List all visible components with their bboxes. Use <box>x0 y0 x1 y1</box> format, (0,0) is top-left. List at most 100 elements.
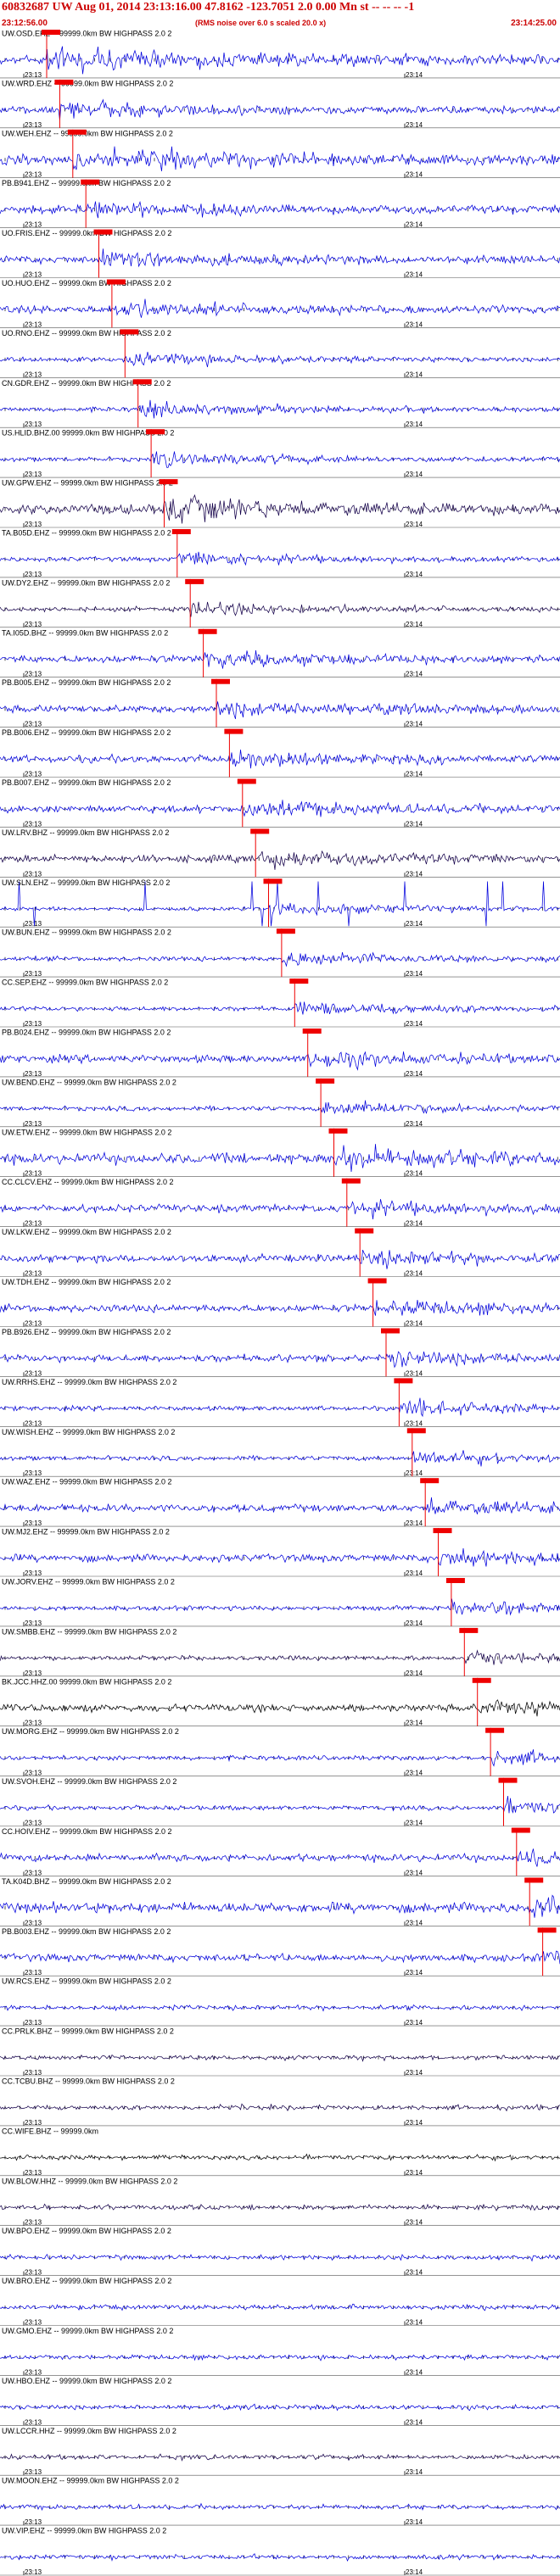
time-tick-label: 23:13 <box>25 2518 42 2526</box>
pick-marker <box>42 30 60 35</box>
channel-label: UW.DY2.EHZ -- 99999.0km BW HIGHPASS 2.0 … <box>2 578 170 587</box>
channel-label: UW.LCCR.HHZ -- 99999.0km BW HIGHPASS 2.0… <box>2 2427 176 2435</box>
waveform-trace <box>0 1100 560 1115</box>
time-tick-label: 23:14 <box>406 1419 423 1427</box>
pick-marker <box>224 728 244 734</box>
pick-marker <box>289 979 309 984</box>
channel-label: UW.SLN.EHZ -- 99999.0km BW HIGHPASS 2.0 … <box>2 878 170 887</box>
time-tick-label: 23:13 <box>25 820 42 828</box>
pick-marker <box>67 129 87 135</box>
time-tick-label: 23:13 <box>25 121 42 129</box>
pick-marker <box>132 379 152 385</box>
channel-label: UW.ETW.EHZ -- 99999.0km BW HIGHPASS 2.0 … <box>2 1128 171 1136</box>
channel-label: PB.B007.EHZ -- 99999.0km BW HIGHPASS 2.0… <box>2 778 171 787</box>
pick-marker <box>459 1627 479 1633</box>
waveform-trace <box>0 951 560 967</box>
channel-row: 23:13 23:14CN.GDR.EHZ -- 99999.0km BW HIG… <box>0 379 560 428</box>
waveform-trace <box>0 800 560 817</box>
time-tick-label: 23:13 <box>25 2418 42 2426</box>
end-time: 23:14:25.00 <box>511 19 557 28</box>
channel-row: 23:13 23:14 PB.B024.EHZ -- 99999.0km BW HI… <box>0 1029 560 1078</box>
pick-marker <box>355 1228 374 1234</box>
channel-label: UW.RCS.EHZ -- 99999.0km BW HIGHPASS 2.0 … <box>2 1977 171 1986</box>
time-tick-label: 23:14 <box>406 771 423 778</box>
channel-label: UW.WISH.EHZ -- 99999.0km BW HIGHPASS 2.0… <box>2 1428 175 1436</box>
waveform-trace <box>0 2303 560 2311</box>
channel-row: 23:13 23:14 TA.I05D.BHZ -- 99999.0km BW HI… <box>0 628 560 678</box>
waveform-trace <box>0 298 560 318</box>
time-tick-label: 23:14 <box>406 1820 423 1827</box>
waveform-trace <box>0 1199 560 1219</box>
time-tick-label: 23:13 <box>25 1320 42 1328</box>
channel-label: CC.WIFE.BHZ -- 99999.0km <box>2 2127 98 2135</box>
channel-row: 23:13 23:14 UW.LKW.EHZ -- 99999.0km BW HIG… <box>0 1228 560 1278</box>
waveform-trace <box>0 2054 560 2062</box>
waveform-trace <box>0 1950 560 1965</box>
seismogram-plot: 23:13 23:14 UW.OSD.EHZ -- 99999.0km BW HIG… <box>0 30 560 2576</box>
time-tick-label: 23:14 <box>406 1020 423 1028</box>
time-tick-label: 23:14 <box>406 1070 423 1078</box>
channel-label: UW.BUN.EHZ -- 99999.0km BW HIGHPASS 2.0 … <box>2 928 171 937</box>
time-tick-label: 23:13 <box>25 920 42 928</box>
waveform-trace <box>0 1397 560 1418</box>
channel-label: UW.MJ2.EHZ -- 99999.0km BW HIGHPASS 2.0 … <box>2 1528 170 1536</box>
pick-marker <box>406 1428 426 1434</box>
channel-label: UO.HUO.EHZ -- 99999.0km BW HIGHPASS 2.0 … <box>2 279 171 287</box>
channel-row: 23:13 23:14 UW.GMO.EHZ -- 99999.0km BW HIG… <box>0 2327 560 2376</box>
pick-marker <box>420 1478 440 1484</box>
pick-marker <box>341 1178 361 1184</box>
start-time: 23:12:56.00 <box>2 19 48 28</box>
waveform-trace <box>0 2253 560 2262</box>
waveform-trace <box>0 2004 560 2012</box>
channel-row: 23:13 23:14 UW.WISH.EHZ -- 99999.0km BW HI… <box>0 1428 560 1477</box>
channel-row: 23:13 23:14 UW.SVOH.EHZ -- 99999.0km BW HI… <box>0 1777 560 1827</box>
waveform-trace <box>0 1450 560 1467</box>
time-tick-label: 23:14 <box>406 1270 423 1278</box>
time-tick-label: 23:13 <box>25 1220 42 1228</box>
channel-label: PB.B005.EHZ -- 99999.0km BW HIGHPASS 2.0… <box>2 678 171 687</box>
channel-row: 23:13 23:14 UW.TDH.EHZ -- 99999.0km BW HIG… <box>0 1278 560 1328</box>
pick-marker <box>367 1278 387 1284</box>
channel-label: UW.HBO.EHZ -- 99999.0km BW HIGHPASS 2.0 … <box>2 2377 171 2385</box>
time-tick-label: 23:14 <box>406 2269 423 2277</box>
channel-row: 23:13 23:14 UW.MORG.EHZ -- 99999.0km BW HI… <box>0 1727 560 1777</box>
time-tick-label: 23:13 <box>25 1620 42 1627</box>
channel-row: 23:13 23:14 UW.BEND.EHZ -- 99999.0km BW HI… <box>0 1078 560 1128</box>
time-tick-label: 23:13 <box>25 2069 42 2077</box>
waveform-trace <box>0 1051 560 1071</box>
pick-marker <box>445 1578 465 1583</box>
channel-label: UW.WRD.EHZ -- 99999.0km BW HIGHPASS 2.0 … <box>2 79 173 87</box>
channel-row: 23:13 23:14 UW.DY2.EHZ -- 99999.0km BW HIG… <box>0 578 560 628</box>
waveform-trace <box>0 601 560 617</box>
channel-label: UW.BRO.EHZ -- 99999.0km BW HIGHPASS 2.0 … <box>2 2277 171 2285</box>
channel-row: 23:13 23:14 UW.LCCR.HHZ -- 99999.0km BW HI… <box>0 2427 560 2476</box>
channel-row: 23:13 23:14 UW.LRV.BHZ -- 99999.0km BW HIG… <box>0 828 560 878</box>
time-tick-label: 23:13 <box>25 1519 42 1527</box>
time-tick-label: 23:14 <box>406 421 423 428</box>
time-tick-label: 23:14 <box>406 121 423 129</box>
channel-label: CC.HOIV.EHZ -- 99999.0km BW HIGHPASS 2.0… <box>2 1827 172 1836</box>
time-tick-label: 23:14 <box>406 1969 423 1977</box>
time-tick-label: 23:13 <box>25 1469 42 1477</box>
time-tick-label: 23:13 <box>25 1670 42 1677</box>
waveform-trace <box>0 2354 560 2361</box>
waveform-trace <box>0 1749 560 1767</box>
seismogram-page: 60832687 UW Aug 01, 2014 23:13:16.00 47.… <box>0 0 560 2576</box>
time-tick-label: 23:14 <box>406 1720 423 1727</box>
time-tick-label: 23:14 <box>406 221 423 229</box>
pick-marker <box>237 778 256 784</box>
time-tick-label: 23:13 <box>25 671 42 678</box>
channel-label: UW.GPW.EHZ -- 99999.0km BW HIGHPASS 2.0 … <box>2 479 173 488</box>
time-tick-label: 23:13 <box>25 771 42 778</box>
channel-label: CC.CLCV.EHZ -- 99999.0km BW HIGHPASS 2.0… <box>2 1178 174 1186</box>
waveform-trace <box>0 650 560 669</box>
channel-row: 23:13 23:14 PB.B006.EHZ -- 99999.0km BW HI… <box>0 728 560 778</box>
waveform-trace <box>0 351 560 367</box>
pick-marker <box>198 628 217 634</box>
channel-label: UW.GMO.EHZ -- 99999.0km BW HIGHPASS 2.0 … <box>2 2327 173 2335</box>
channel-label: UW.BEND.EHZ -- 99999.0km BW HIGHPASS 2.0… <box>2 1078 176 1086</box>
waveform-trace <box>0 2153 560 2162</box>
channel-label: PB.B024.EHZ -- 99999.0km BW HIGHPASS 2.0… <box>2 1029 171 1037</box>
channel-row: 23:13 23:14 UW.MOON.EHZ -- 99999.0km BW HI… <box>0 2477 560 2526</box>
waveform-trace <box>0 1299 560 1316</box>
